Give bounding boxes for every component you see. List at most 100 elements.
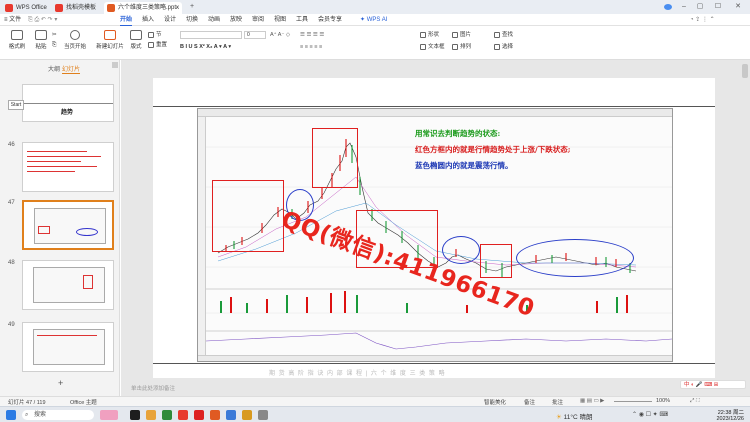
- find-button[interactable]: 查找: [494, 31, 513, 39]
- menu-file[interactable]: ≡ 文件: [4, 14, 21, 26]
- app-icon[interactable]: [194, 410, 204, 420]
- chart-bottom-bar: [198, 355, 672, 361]
- view-buttons[interactable]: ▦ ▤ ▭ ▶: [580, 398, 604, 404]
- paste-button[interactable]: 粘贴: [32, 30, 50, 50]
- app-icon[interactable]: [226, 410, 236, 420]
- font-style-row[interactable]: B I U S X² X₂ A ▾ A ▾: [180, 43, 231, 51]
- menu-view[interactable]: 视图: [274, 14, 286, 26]
- select-label: 选择: [502, 44, 514, 50]
- ime-toolbar[interactable]: 中 ◐ 🎤 ⌨ ⊞: [680, 380, 746, 389]
- app-icon[interactable]: [258, 410, 268, 420]
- thumb-red-box: [83, 275, 93, 289]
- wps-ai-label: WPS AI: [366, 17, 388, 23]
- pptx-taskbar-icon[interactable]: [210, 410, 220, 420]
- shapes-button[interactable]: 形状: [420, 31, 439, 39]
- start-button[interactable]: Start: [8, 100, 24, 110]
- add-slide-button[interactable]: +: [58, 378, 63, 388]
- clock[interactable]: 22:38 周二 2023/12/26: [700, 408, 744, 422]
- slide-thumbnail-selected[interactable]: [22, 200, 114, 250]
- task-view-icon[interactable]: [130, 410, 140, 420]
- tab-template[interactable]: 找稻壳模板: [52, 2, 102, 14]
- weather-widget[interactable]: ☀ 11°C 晴朗: [556, 411, 593, 421]
- panel-collapse-icon[interactable]: [112, 62, 118, 68]
- font-size-adjust[interactable]: A⁺ A⁻ ◇: [270, 31, 290, 39]
- slide-thumbnail[interactable]: [22, 142, 114, 192]
- thumb-text-line: [27, 161, 81, 162]
- select-button[interactable]: 选择: [494, 43, 513, 51]
- zoom-slider[interactable]: [614, 401, 652, 402]
- slide-number: 46: [8, 142, 15, 148]
- reset-button[interactable]: 重置: [148, 41, 167, 49]
- arrange-label: 排列: [460, 44, 472, 50]
- slide-panel: 大纲 幻灯片 趋势 Start 46 47 48 49 +: [0, 60, 120, 396]
- thumb-red-box: [38, 226, 50, 234]
- shapes-label: 形状: [428, 32, 440, 38]
- fit-window-icon[interactable]: ⤢ ⛶: [690, 398, 700, 405]
- slide-thumbnail[interactable]: 趋势: [22, 84, 114, 122]
- wps-ai-button[interactable]: ✦ WPS AI: [360, 14, 387, 26]
- textbox-button[interactable]: 文本框: [420, 43, 445, 51]
- weather-temp: 11°C: [563, 414, 578, 421]
- font-size-field[interactable]: 0: [244, 31, 266, 39]
- tab-slides[interactable]: 幻灯片: [62, 64, 81, 74]
- play-current-button[interactable]: 当页开始: [64, 30, 86, 50]
- windows-start-icon[interactable]: [6, 410, 16, 420]
- menu-animation[interactable]: 动画: [208, 14, 220, 26]
- menu-design[interactable]: 设计: [164, 14, 176, 26]
- search-icon: ⌕: [25, 412, 29, 418]
- format-painter-button[interactable]: 格式刷: [6, 30, 28, 50]
- new-slide-button[interactable]: 新建幻灯片: [96, 30, 124, 50]
- menu-slideshow[interactable]: 放映: [230, 14, 242, 26]
- copy-icon[interactable]: ⎘: [52, 41, 56, 49]
- vertical-scrollbar[interactable]: [742, 64, 748, 78]
- paragraph-row-2[interactable]: ≡ ≡ ≡ ≡ ≡: [300, 43, 322, 51]
- notes-button[interactable]: 备注: [524, 398, 535, 406]
- minimize-icon[interactable]: –: [678, 2, 690, 12]
- slide-thumbnail[interactable]: [22, 322, 114, 372]
- avatar[interactable]: [664, 4, 672, 10]
- search-box[interactable]: ⌕ 搜索: [22, 410, 94, 420]
- picture-button[interactable]: 图片: [452, 31, 471, 39]
- menu-home[interactable]: 开始: [120, 14, 133, 26]
- weather-text: 晴朗: [579, 414, 593, 421]
- font-name-field[interactable]: [180, 31, 242, 39]
- arrange-button[interactable]: 排列: [452, 43, 471, 51]
- quick-access[interactable]: ⎘ ⎙ ↶ ↷ ▾: [28, 14, 57, 26]
- app-icon[interactable]: [162, 410, 172, 420]
- ribbon-tools[interactable]: ◔ ⇪ ⋮ ⌃: [690, 14, 715, 26]
- slide[interactable]: 用常识去判断趋势的状态: 红色方框内的就是行情趋势处于上涨/下跌状态; 蓝色椭圆…: [153, 78, 715, 378]
- file-explorer-icon[interactable]: [146, 410, 156, 420]
- annotation-line-3: 蓝色椭圆内的就是震荡行情。: [415, 161, 513, 170]
- taskbar: ⌕ 搜索 ☀ 11°C 晴朗 ⌃ ◉ ☐ ✦ ⌨ 22:38 周二 2023/1…: [0, 406, 750, 422]
- smart-beautify-button[interactable]: 智能美化: [484, 398, 506, 406]
- close-icon[interactable]: ✕: [732, 2, 744, 12]
- tray-icons[interactable]: ⌃ ◉ ☐ ✦ ⌨: [632, 411, 668, 418]
- section-button[interactable]: 节: [148, 31, 162, 39]
- paragraph-row-1[interactable]: ☰ ☰ ☰ ☰: [300, 31, 324, 39]
- new-tab-button[interactable]: +: [186, 2, 198, 12]
- layout-button[interactable]: 版式: [128, 30, 144, 50]
- close-tab-icon[interactable]: ×: [175, 2, 179, 14]
- thumb-price-line: [37, 335, 97, 336]
- menu-member[interactable]: 会员专享: [318, 14, 342, 26]
- menu-insert[interactable]: 插入: [142, 14, 154, 26]
- title-bar: WPS Office 找稻壳模板 六个维度三类策略.pptx × + – ▢ ☐…: [0, 0, 750, 14]
- cut-icon[interactable]: ✂: [52, 31, 57, 39]
- notes-placeholder[interactable]: 单击此处添加备注: [121, 384, 681, 394]
- wps-taskbar-icon[interactable]: [178, 410, 188, 420]
- tab-outline[interactable]: 大纲: [48, 64, 60, 73]
- maximize-icon[interactable]: ☐: [712, 2, 724, 12]
- arrange-icon: [452, 43, 458, 50]
- menu-file-label: 文件: [9, 17, 22, 23]
- widget-icon[interactable]: [100, 410, 118, 420]
- tab-document[interactable]: 六个维度三类策略.pptx ×: [104, 2, 182, 14]
- restore-icon[interactable]: ▢: [694, 2, 706, 12]
- app-icon[interactable]: [242, 410, 252, 420]
- docer-icon: [55, 4, 63, 12]
- comments-button[interactable]: 批注: [552, 398, 563, 406]
- menu-tools[interactable]: 工具: [296, 14, 308, 26]
- menu-review[interactable]: 审阅: [252, 14, 264, 26]
- tab-wps-office[interactable]: WPS Office: [2, 2, 50, 14]
- menu-transition[interactable]: 切换: [186, 14, 198, 26]
- slide-thumbnail[interactable]: [22, 260, 114, 310]
